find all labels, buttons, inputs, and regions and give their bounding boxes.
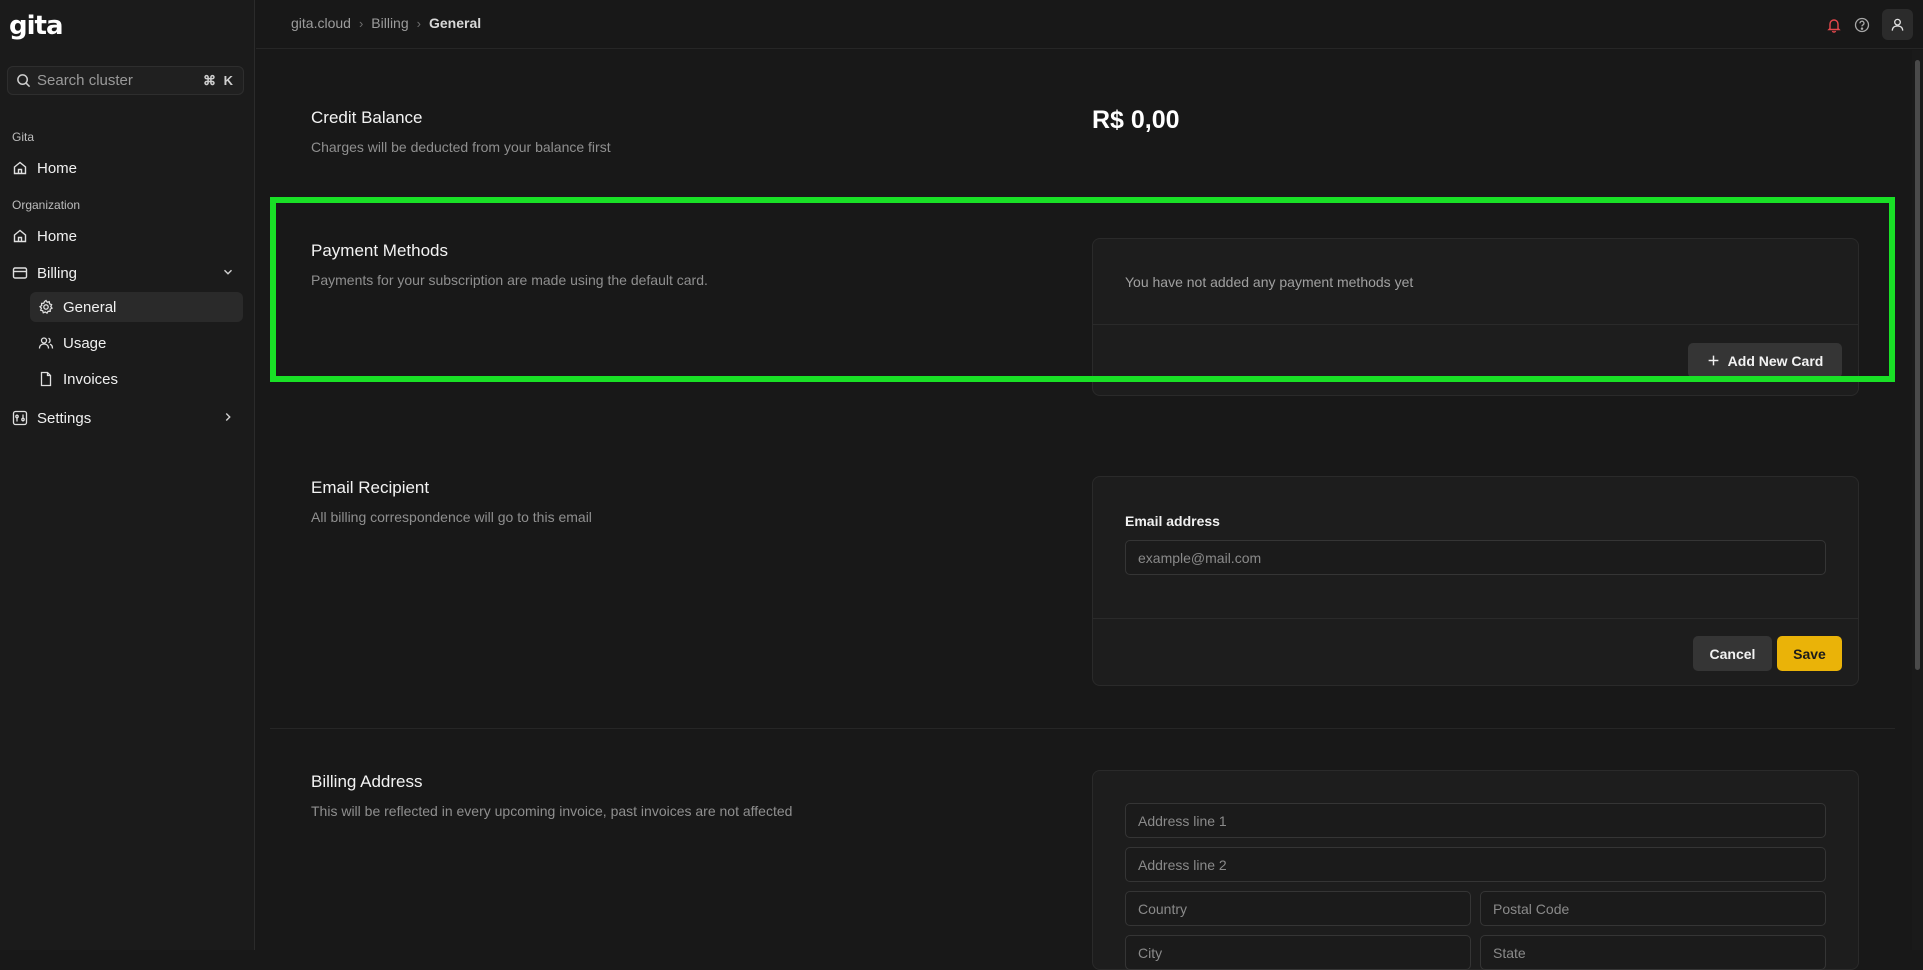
sidebar-item-label: General [63, 298, 117, 316]
settings-panel-icon [12, 410, 28, 426]
payment-methods-card: You have not added any payment methods y… [1092, 238, 1859, 396]
billing-address-title: Billing Address [311, 772, 423, 791]
email-address-label: Email address [1125, 513, 1220, 529]
breadcrumb: gita.cloud › Billing › General [291, 15, 481, 31]
sidebar-item-label: Settings [37, 409, 92, 427]
email-recipient-title: Email Recipient [311, 478, 430, 497]
help-icon[interactable] [1854, 17, 1870, 33]
payment-methods-empty-message: You have not added any payment methods y… [1125, 274, 1414, 290]
state-input[interactable] [1480, 935, 1826, 970]
search-placeholder: Search cluster [37, 72, 133, 89]
sidebar-item-label: Invoices [63, 370, 119, 388]
credit-balance-amount: R$ 0,00 [1092, 106, 1180, 134]
save-button[interactable]: Save [1777, 636, 1842, 671]
sidebar-item-billing[interactable]: Billing [0, 258, 245, 288]
sidebar-item-usage[interactable]: Usage [30, 328, 243, 358]
sidebar-item-settings[interactable]: Settings [0, 403, 245, 433]
postal-code-input[interactable] [1480, 891, 1826, 926]
sidebar: gita Search cluster ⌘ K Gita Home Organi… [0, 0, 255, 950]
user-icon [1890, 17, 1905, 32]
credit-card-icon [12, 265, 28, 281]
sidebar-item-home[interactable]: Home [0, 153, 245, 183]
save-button-label: Save [1793, 645, 1826, 662]
main-content: Credit Balance Charges will be deducted … [256, 50, 1912, 970]
city-input[interactable] [1125, 935, 1471, 970]
card-divider [1093, 618, 1858, 619]
address-line-1-input[interactable] [1125, 803, 1826, 838]
section-label-gita: Gita [12, 130, 35, 144]
file-icon [38, 371, 54, 387]
cancel-button[interactable]: Cancel [1693, 636, 1772, 671]
sidebar-item-label: Home [37, 227, 78, 245]
section-label-organization: Organization [12, 198, 81, 212]
search-input[interactable]: Search cluster ⌘ K [7, 66, 244, 95]
sidebar-item-label: Billing [37, 264, 78, 282]
breadcrumb-item-billing[interactable]: Billing [371, 15, 408, 31]
header-actions [1826, 9, 1913, 40]
home-icon [12, 228, 28, 244]
sidebar-item-org-home[interactable]: Home [0, 221, 245, 251]
breadcrumb-separator-icon: › [416, 15, 421, 31]
users-icon [38, 335, 54, 351]
credit-balance-description: Charges will be deducted from your balan… [311, 139, 611, 155]
gear-icon [38, 299, 54, 315]
email-recipient-description: All billing correspondence will go to th… [311, 509, 592, 525]
search-shortcut: ⌘ K [203, 72, 235, 88]
breadcrumb-separator-icon: › [358, 15, 364, 31]
scrollbar-thumb[interactable] [1915, 60, 1920, 670]
bell-icon[interactable] [1826, 17, 1842, 33]
plus-icon [1707, 354, 1720, 367]
sidebar-item-invoices[interactable]: Invoices [30, 364, 243, 394]
top-header: gita.cloud › Billing › General [256, 0, 1923, 49]
section-divider [270, 728, 1895, 729]
country-input[interactable] [1125, 891, 1471, 926]
sidebar-item-general[interactable]: General [30, 292, 243, 322]
card-divider [1093, 324, 1858, 325]
logo-text: gita [9, 11, 63, 41]
payment-methods-title: Payment Methods [311, 241, 449, 260]
sidebar-item-label: Usage [63, 334, 107, 352]
logo[interactable]: gita [9, 11, 63, 41]
breadcrumb-item-root[interactable]: gita.cloud [291, 15, 351, 31]
address-line-2-input[interactable] [1125, 847, 1826, 882]
billing-address-description: This will be reflected in every upcoming… [311, 803, 793, 819]
breadcrumb-item-current: General [428, 15, 482, 31]
chevron-down-icon [221, 265, 235, 279]
cancel-button-label: Cancel [1709, 645, 1756, 662]
chevron-right-icon [221, 410, 235, 424]
add-new-card-button[interactable]: Add New Card [1688, 343, 1842, 378]
home-icon [12, 160, 28, 176]
sidebar-item-label: Home [37, 159, 78, 177]
email-address-input[interactable] [1125, 540, 1826, 575]
page-scrollbar[interactable] [1912, 50, 1923, 950]
billing-address-card [1092, 770, 1859, 970]
add-new-card-label: Add New Card [1727, 352, 1824, 369]
payment-methods-description: Payments for your subscription are made … [311, 272, 708, 288]
search-icon [16, 73, 31, 88]
email-recipient-card: Email address Cancel Save [1092, 476, 1859, 686]
user-menu-button[interactable] [1882, 9, 1913, 40]
credit-balance-title: Credit Balance [311, 108, 423, 127]
